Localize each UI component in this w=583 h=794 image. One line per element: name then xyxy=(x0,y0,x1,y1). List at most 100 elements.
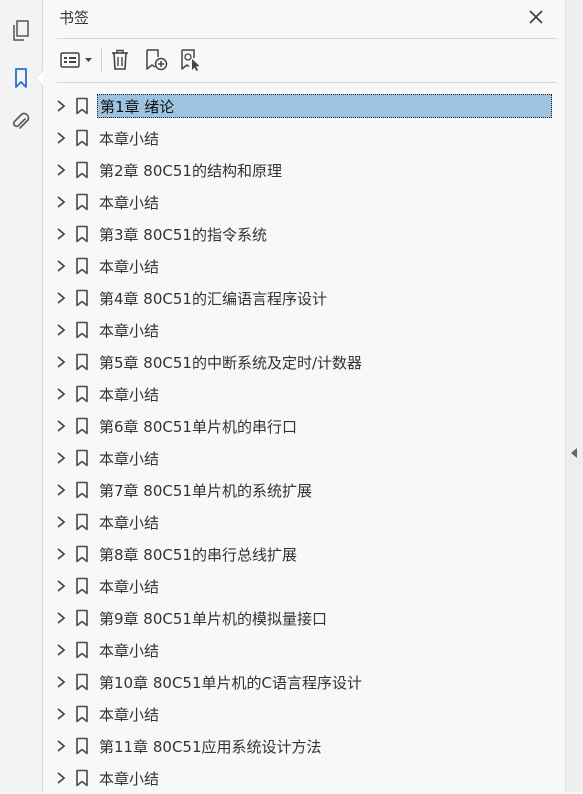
bookmark-item[interactable]: 第1章 绪论 xyxy=(43,90,563,122)
bookmark-label[interactable]: 第2章 80C51的结构和原理 xyxy=(97,158,284,182)
bookmark-icon xyxy=(75,321,89,339)
bookmark-label[interactable]: 本章小结 xyxy=(97,446,161,470)
expand-button[interactable] xyxy=(54,322,68,338)
bookmark-item[interactable]: 本章小结 xyxy=(43,698,563,730)
options-menu-button[interactable] xyxy=(57,46,97,74)
bookmark-label[interactable]: 本章小结 xyxy=(97,638,161,662)
delete-bookmark-button[interactable] xyxy=(107,46,133,74)
bookmark-icon xyxy=(75,225,89,243)
expand-button[interactable] xyxy=(54,610,68,626)
chevron-right-icon xyxy=(57,164,66,176)
bookmark-label[interactable]: 本章小结 xyxy=(97,190,161,214)
expand-button[interactable] xyxy=(54,386,68,402)
chevron-right-icon xyxy=(57,100,66,112)
expand-button[interactable] xyxy=(54,642,68,658)
chevron-right-icon xyxy=(57,452,66,464)
expand-button[interactable] xyxy=(54,482,68,498)
bookmarks-panel-button[interactable] xyxy=(7,64,35,92)
bookmark-label[interactable]: 本章小结 xyxy=(97,510,161,534)
expand-button[interactable] xyxy=(54,578,68,594)
expand-button[interactable] xyxy=(54,354,68,370)
expand-button[interactable] xyxy=(54,674,68,690)
collapse-panel-arrow-icon[interactable] xyxy=(571,448,577,458)
expand-button[interactable] xyxy=(54,706,68,722)
bookmark-item[interactable]: 本章小结 xyxy=(43,122,563,154)
bookmark-label[interactable]: 本章小结 xyxy=(97,574,161,598)
bookmark-item[interactable]: 本章小结 xyxy=(43,762,563,794)
bookmark-label[interactable]: 第11章 80C51应用系统设计方法 xyxy=(97,734,324,758)
bookmark-label[interactable]: 第3章 80C51的指令系统 xyxy=(97,222,269,246)
bookmark-item[interactable]: 第9章 80C51单片机的模拟量接口 xyxy=(43,602,563,634)
bookmark-label[interactable]: 第7章 80C51单片机的系统扩展 xyxy=(97,478,314,502)
bookmark-icon xyxy=(75,641,89,659)
close-icon xyxy=(529,10,543,24)
bookmark-item[interactable]: 第11章 80C51应用系统设计方法 xyxy=(43,730,563,762)
expand-button[interactable] xyxy=(54,514,68,530)
bookmark-item[interactable]: 本章小结 xyxy=(43,314,563,346)
active-tab-pointer xyxy=(36,71,43,85)
bookmark-item[interactable]: 第4章 80C51的汇编语言程序设计 xyxy=(43,282,563,314)
bookmark-label[interactable]: 第4章 80C51的汇编语言程序设计 xyxy=(97,286,329,310)
expand-button[interactable] xyxy=(54,418,68,434)
bookmark-label[interactable]: 本章小结 xyxy=(97,382,161,406)
expand-button[interactable] xyxy=(54,258,68,274)
bookmark-item[interactable]: 本章小结 xyxy=(43,570,563,602)
close-panel-button[interactable] xyxy=(525,6,547,28)
expand-button[interactable] xyxy=(54,770,68,786)
bookmark-item[interactable]: 本章小结 xyxy=(43,506,563,538)
panel-splitter[interactable] xyxy=(565,0,583,792)
bookmark-label[interactable]: 第5章 80C51的中断系统及定时/计数器 xyxy=(97,350,364,374)
chevron-right-icon xyxy=(57,420,66,432)
pages-icon xyxy=(13,20,29,41)
bookmark-item[interactable]: 第10章 80C51单片机的C语言程序设计 xyxy=(43,666,563,698)
expand-button[interactable] xyxy=(54,98,68,114)
bookmark-icon xyxy=(75,129,89,147)
options-menu-icon xyxy=(60,52,92,68)
bookmark-icon xyxy=(75,769,89,787)
bookmark-item[interactable]: 第3章 80C51的指令系统 xyxy=(43,218,563,250)
bookmark-label[interactable]: 第9章 80C51单片机的模拟量接口 xyxy=(97,606,329,630)
bookmark-item[interactable]: 本章小结 xyxy=(43,634,563,666)
bookmark-label[interactable]: 第10章 80C51单片机的C语言程序设计 xyxy=(97,670,364,694)
bookmark-icon xyxy=(75,385,89,403)
bookmark-item[interactable]: 本章小结 xyxy=(43,442,563,474)
chevron-right-icon xyxy=(57,516,66,528)
bookmark-label[interactable]: 第6章 80C51单片机的串行口 xyxy=(97,414,299,438)
expand-button[interactable] xyxy=(54,290,68,306)
expand-button[interactable] xyxy=(54,130,68,146)
bookmark-label[interactable]: 第8章 80C51的串行总线扩展 xyxy=(97,542,299,566)
bookmark-item[interactable]: 本章小结 xyxy=(43,250,563,282)
chevron-right-icon xyxy=(57,132,66,144)
bookmark-item[interactable]: 第2章 80C51的结构和原理 xyxy=(43,154,563,186)
bookmark-label[interactable]: 本章小结 xyxy=(97,318,161,342)
pages-panel-button[interactable] xyxy=(7,17,35,45)
new-bookmark-button[interactable] xyxy=(142,46,170,74)
expand-button[interactable] xyxy=(54,226,68,242)
attachments-panel-button[interactable] xyxy=(7,109,35,137)
expand-button[interactable] xyxy=(54,194,68,210)
bookmark-label[interactable]: 本章小结 xyxy=(97,126,161,150)
chevron-right-icon xyxy=(57,740,66,752)
bookmark-icon xyxy=(75,449,89,467)
bookmark-icon xyxy=(75,737,89,755)
expand-button[interactable] xyxy=(54,546,68,562)
paperclip-icon xyxy=(12,112,30,129)
bookmark-label[interactable]: 第1章 绪论 xyxy=(97,94,552,118)
bookmark-from-selection-icon xyxy=(181,49,200,71)
bookmark-item[interactable]: 第8章 80C51的串行总线扩展 xyxy=(43,538,563,570)
bookmark-label[interactable]: 本章小结 xyxy=(97,766,161,790)
bookmark-label[interactable]: 本章小结 xyxy=(97,702,161,726)
expand-button[interactable] xyxy=(54,162,68,178)
bookmark-item[interactable]: 第5章 80C51的中断系统及定时/计数器 xyxy=(43,346,563,378)
bookmark-icon xyxy=(75,481,89,499)
expand-button[interactable] xyxy=(54,738,68,754)
expand-button[interactable] xyxy=(54,450,68,466)
chevron-right-icon xyxy=(57,644,66,656)
bookmark-icon xyxy=(15,68,27,88)
bookmark-item[interactable]: 本章小结 xyxy=(43,186,563,218)
bookmark-label[interactable]: 本章小结 xyxy=(97,254,161,278)
bookmark-from-selection-button[interactable] xyxy=(177,46,205,74)
bookmark-item[interactable]: 本章小结 xyxy=(43,378,563,410)
bookmark-item[interactable]: 第7章 80C51单片机的系统扩展 xyxy=(43,474,563,506)
bookmark-item[interactable]: 第6章 80C51单片机的串行口 xyxy=(43,410,563,442)
